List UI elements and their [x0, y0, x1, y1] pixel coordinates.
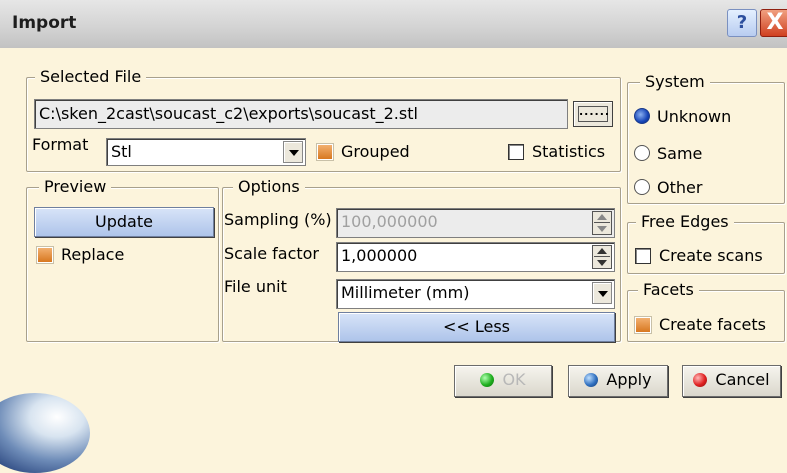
- format-value: Stl: [111, 142, 132, 161]
- import-dialog: Selected File C:\sken_2cast\soucast_c2\e…: [0, 48, 787, 473]
- selected-file-legend: Selected File: [35, 67, 147, 87]
- statistics-checkbox[interactable]: [508, 144, 524, 160]
- browse-button[interactable]: ......: [573, 101, 613, 127]
- logo: [0, 393, 90, 473]
- format-label: Format: [32, 135, 89, 154]
- format-select[interactable]: Stl: [106, 138, 306, 166]
- replace-checkbox[interactable]: [37, 247, 53, 263]
- facets-legend: Facets: [638, 280, 699, 300]
- browse-button-label: ......: [578, 106, 609, 122]
- system-group: System: [627, 72, 785, 204]
- help-button[interactable]: ?: [727, 9, 757, 37]
- system-unknown-label: Unknown: [657, 107, 732, 126]
- sampling-value: 100,000000: [341, 212, 438, 231]
- apply-status-icon: [584, 373, 599, 387]
- scale-factor-input[interactable]: 1,000000: [336, 242, 615, 272]
- preview-legend: Preview: [39, 177, 112, 197]
- system-same-label: Same: [657, 144, 703, 163]
- system-other-radio[interactable]: [634, 179, 650, 195]
- less-button[interactable]: << Less: [338, 312, 615, 342]
- ok-button[interactable]: OK: [454, 365, 552, 397]
- sampling-spinner-icon: [592, 211, 612, 235]
- cancel-label: Cancel: [715, 370, 770, 389]
- format-dropdown-arrow-icon[interactable]: [283, 141, 303, 163]
- cancel-button[interactable]: Cancel: [682, 365, 781, 397]
- apply-button[interactable]: Apply: [568, 365, 668, 397]
- system-other-label: Other: [657, 178, 703, 197]
- apply-label: Apply: [606, 370, 652, 389]
- grouped-label: Grouped: [341, 142, 410, 161]
- create-scans-checkbox[interactable]: [635, 248, 651, 264]
- scale-factor-label: Scale factor: [224, 244, 320, 263]
- ok-status-icon: [480, 373, 495, 387]
- cancel-status-icon: [693, 373, 708, 387]
- replace-label: Replace: [61, 245, 125, 264]
- system-legend: System: [640, 72, 710, 92]
- ok-label: OK: [502, 370, 526, 389]
- system-same-radio[interactable]: [634, 145, 650, 161]
- sampling-label: Sampling (%): [224, 210, 332, 229]
- options-legend: Options: [233, 177, 305, 197]
- file-unit-value: Millimeter (mm): [341, 283, 470, 302]
- window-title: Import: [12, 13, 77, 33]
- create-scans-label: Create scans: [659, 246, 763, 265]
- file-path-field[interactable]: C:\sken_2cast\soucast_c2\exports\soucast…: [34, 99, 568, 129]
- scale-factor-value: 1,000000: [341, 246, 418, 265]
- title-bar[interactable]: Import ? X: [0, 0, 787, 48]
- sampling-input[interactable]: 100,000000: [336, 208, 615, 238]
- scale-factor-spinner-icon[interactable]: [592, 245, 612, 269]
- system-unknown-radio[interactable]: [634, 108, 650, 124]
- close-button[interactable]: X: [760, 9, 787, 37]
- update-button[interactable]: Update: [34, 207, 214, 237]
- file-unit-dropdown-arrow-icon[interactable]: [592, 282, 612, 304]
- create-facets-checkbox[interactable]: [635, 317, 651, 333]
- file-unit-select[interactable]: Millimeter (mm): [336, 279, 615, 309]
- statistics-label: Statistics: [532, 142, 606, 161]
- grouped-checkbox[interactable]: [317, 144, 333, 160]
- file-unit-label: File unit: [224, 277, 287, 296]
- free-edges-legend: Free Edges: [636, 212, 734, 232]
- create-facets-label: Create facets: [659, 315, 766, 334]
